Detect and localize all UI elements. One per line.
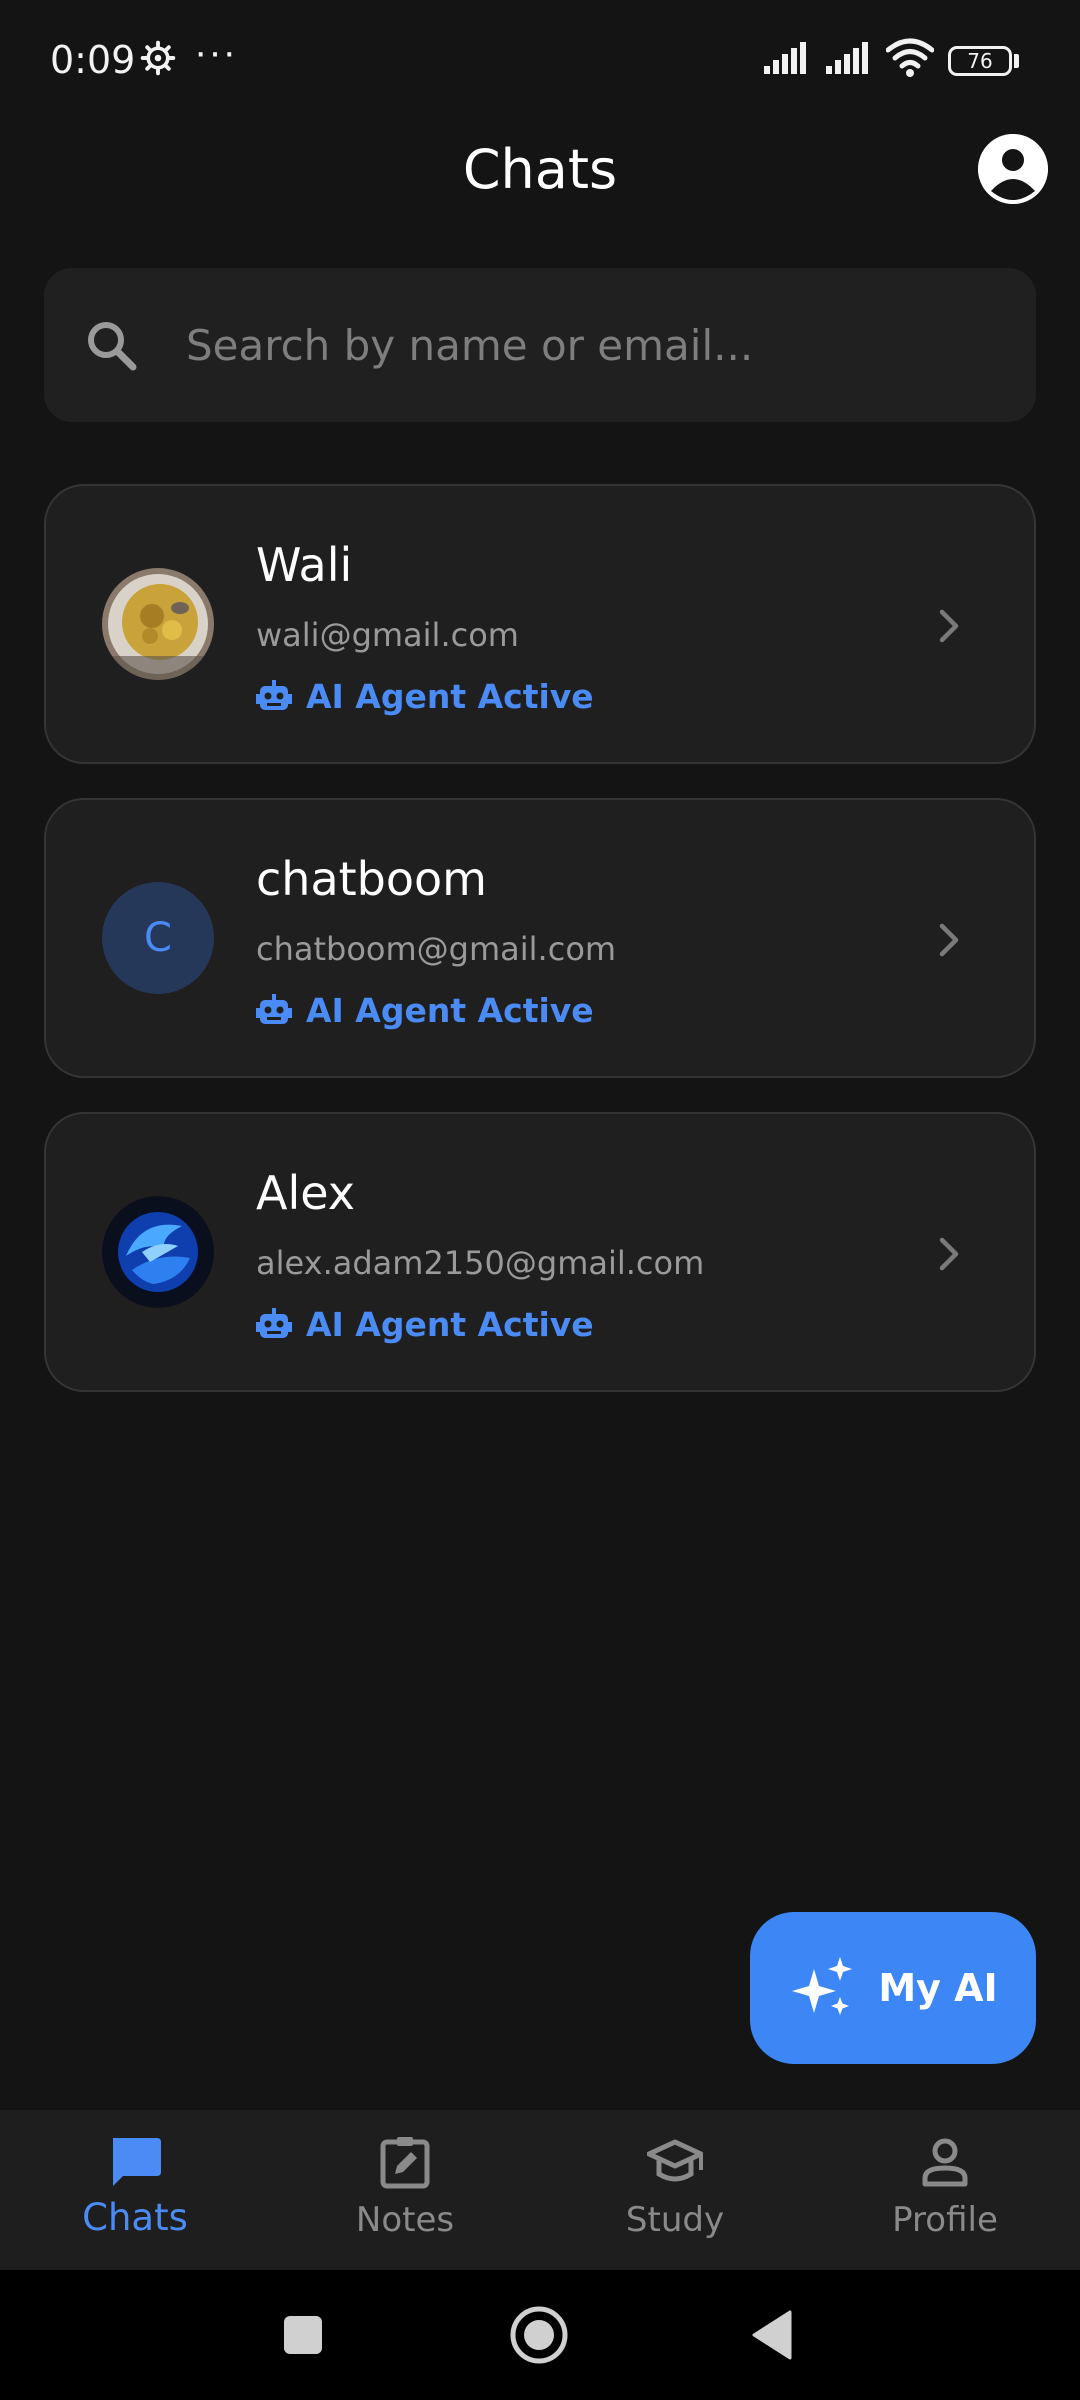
ai-status-badge: AI Agent Active [256,990,594,1030]
contact-name: Alex [256,1166,355,1220]
profile-icon [922,2138,968,2187]
ai-status-label: AI Agent Active [306,1304,594,1344]
chat-item-wali[interactable]: Wali wali@gmail.com AI Agent Active [44,484,1036,764]
ai-status-badge: AI Agent Active [256,1304,594,1344]
settings-gear-icon [140,40,176,76]
study-icon [647,2139,703,2182]
avatar [102,568,214,680]
chats-screen: 0:09 ··· 76 Chats Search by name or emai… [0,0,1080,2400]
my-ai-label: My AI [878,1966,998,2010]
status-bar: 0:09 ··· 76 [0,0,1080,120]
page-title: Chats [462,138,618,201]
home-icon[interactable] [508,2304,570,2366]
nav-label: Notes [355,2200,455,2240]
status-time: 0:09 [50,38,136,82]
contact-name: Wali [256,538,353,592]
contact-name: chatboom [256,852,487,906]
back-icon[interactable] [744,2304,806,2366]
wifi-icon [886,38,934,77]
battery-icon: 76 [948,46,1012,76]
ai-status-label: AI Agent Active [306,676,594,716]
search-input[interactable] [186,308,986,382]
signal-icon [764,42,806,74]
recent-apps-icon[interactable] [272,2304,334,2366]
bottom-navigation: Chats Notes Study Profile [0,2110,1080,2270]
avatar [102,1196,214,1308]
chevron-right-icon [939,1237,959,1271]
robot-icon [256,1308,292,1338]
chat-item-chatboom[interactable]: C chatboom chatboom@gmail.com AI Agent A… [44,798,1036,1078]
avatar-initial: C [144,915,172,961]
account-avatar-button[interactable] [978,134,1048,204]
app-header: Chats [0,120,1080,220]
sparkle-icon [792,1957,853,2015]
chat-item-alex[interactable]: Alex alex.adam2150@gmail.com AI Agent Ac… [44,1112,1036,1392]
account-circle-icon [978,134,1048,204]
contact-email: chatboom@gmail.com [256,930,617,968]
search-icon [88,322,137,371]
nav-item-study[interactable]: Study [540,2110,810,2270]
signal-icon-2 [826,42,868,74]
avatar: C [102,882,214,994]
nav-label: Study [625,2200,725,2240]
chevron-right-icon [939,923,959,957]
nav-item-notes[interactable]: Notes [270,2110,540,2270]
robot-icon [256,680,292,710]
food-photo-avatar [102,568,214,680]
ai-status-label: AI Agent Active [306,990,594,1030]
nav-label: Chats [82,2196,188,2239]
nav-label: Profile [892,2200,998,2240]
contact-email: wali@gmail.com [256,616,519,654]
battery-level: 76 [967,49,993,73]
contact-email: alex.adam2150@gmail.com [256,1244,705,1282]
battery-tip [1014,54,1019,68]
system-navigation-bar [0,2270,1080,2400]
robot-icon [256,994,292,1024]
nav-item-chats[interactable]: Chats [0,2110,270,2270]
notes-icon [380,2137,430,2189]
my-ai-button[interactable]: My AI [750,1912,1036,2064]
ai-status-badge: AI Agent Active [256,676,594,716]
nav-item-profile[interactable]: Profile [810,2110,1080,2270]
chevron-right-icon [939,609,959,643]
more-notifications-icon: ··· [194,30,237,74]
search-bar [44,268,1036,422]
blue-logo-avatar [102,1196,214,1308]
chat-icon [113,2138,161,2186]
